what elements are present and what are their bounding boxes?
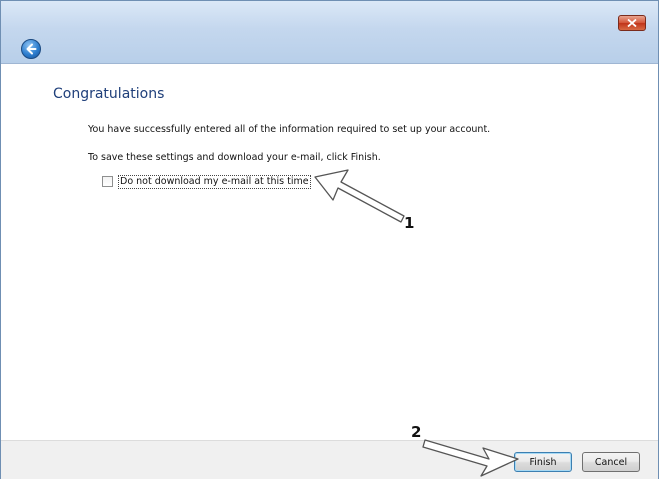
back-button[interactable]	[21, 39, 41, 59]
do-not-download-label[interactable]: Do not download my e-mail at this time	[118, 175, 311, 189]
do-not-download-checkbox[interactable]	[102, 176, 113, 187]
wizard-content: Congratulations You have successfully en…	[1, 64, 658, 439]
annotation-marker-2: 2	[411, 423, 422, 441]
close-button[interactable]	[618, 15, 646, 31]
success-message: You have successfully entered all of the…	[88, 124, 491, 135]
annotation-marker-1: 1	[404, 214, 415, 232]
page-title: Congratulations	[53, 86, 165, 102]
close-icon	[627, 19, 637, 27]
button-bar: Finish Cancel	[1, 440, 658, 479]
cancel-button[interactable]: Cancel	[582, 452, 640, 472]
setup-wizard-window: Congratulations You have successfully en…	[0, 0, 659, 479]
finish-button[interactable]: Finish	[514, 452, 572, 472]
back-arrow-icon	[26, 43, 37, 55]
title-bar	[1, 1, 658, 64]
finish-instruction: To save these settings and download your…	[88, 152, 381, 163]
